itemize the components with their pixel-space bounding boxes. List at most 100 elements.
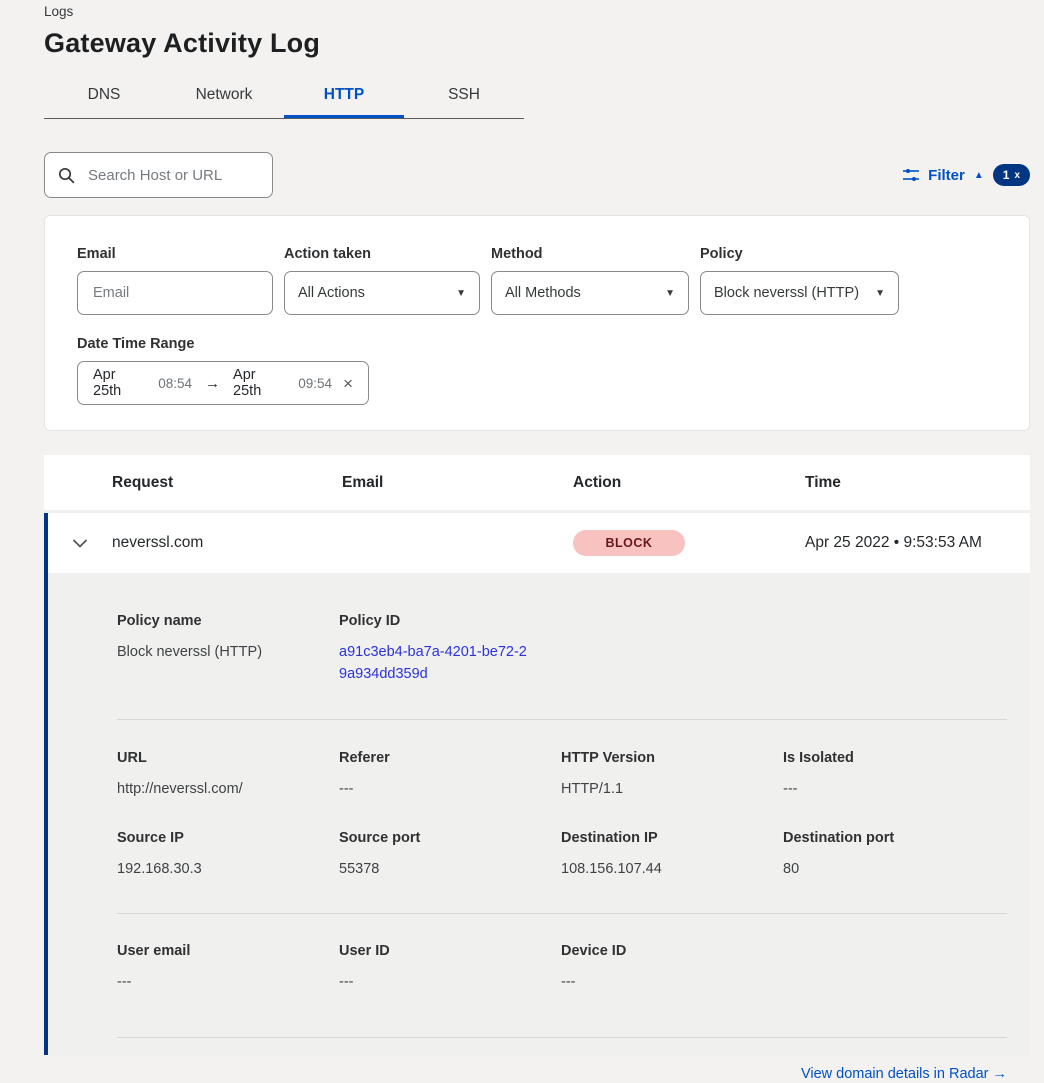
chevron-up-icon[interactable]: ▲ <box>974 170 984 181</box>
detail-label: Referer <box>339 750 561 766</box>
toolbar: Filter ▲ 1 x <box>44 152 1030 198</box>
row-time: Apr 25 2022 • 9:53:53 AM <box>805 534 1030 552</box>
search-box[interactable] <box>44 152 273 198</box>
row-action-cell: BLOCK <box>573 530 805 556</box>
detail-label: Policy ID <box>339 613 561 629</box>
tab-ssh[interactable]: SSH <box>404 74 524 118</box>
detail-value: 192.168.30.3 <box>117 859 339 881</box>
row-expand-cell[interactable] <box>48 539 112 548</box>
chevron-down-icon: ▼ <box>665 288 675 299</box>
field-label-policy: Policy <box>700 246 899 262</box>
tab-http[interactable]: HTTP <box>284 74 404 118</box>
action-taken-select[interactable]: All Actions ▼ <box>284 271 480 315</box>
detail-field-is-isolated: Is Isolated --- <box>783 750 1007 801</box>
method-select[interactable]: All Methods ▼ <box>491 271 689 315</box>
detail-label: User ID <box>339 943 561 959</box>
field-label-email: Email <box>77 246 273 262</box>
tabs: DNSNetworkHTTPSSH <box>44 74 524 119</box>
detail-field-source-ip: Source IP 192.168.30.3 <box>117 830 339 881</box>
start-date: Apr 25th <box>93 367 147 399</box>
filter-controls: Filter ▲ 1 x <box>903 164 1030 186</box>
breadcrumb: Logs <box>44 4 1030 19</box>
field-policy: Policy Block neverssl (HTTP) ▼ <box>700 246 899 315</box>
detail-label: Is Isolated <box>783 750 1007 766</box>
radar-link[interactable]: View domain details in Radar → <box>801 1066 1007 1082</box>
detail-value: --- <box>783 779 1007 801</box>
chevron-down-icon: ▼ <box>875 288 885 299</box>
row-request: neverssl.com <box>112 534 342 552</box>
tab-network[interactable]: Network <box>164 74 284 118</box>
detail-field-source-port: Source port 55378 <box>339 830 561 881</box>
detail-field-user-email: User email --- <box>117 943 339 994</box>
field-label-action-taken: Action taken <box>284 246 480 262</box>
policy-select[interactable]: Block neverssl (HTTP) ▼ <box>700 271 899 315</box>
policy-id-link[interactable]: a91c3eb4-ba7a-4201-be72-29a934dd359d <box>339 642 531 686</box>
field-email: Email <box>77 246 273 315</box>
page: Logs Gateway Activity Log DNSNetworkHTTP… <box>0 0 1044 1055</box>
email-input[interactable] <box>91 284 259 302</box>
field-label-method: Method <box>491 246 689 262</box>
page-title: Gateway Activity Log <box>44 28 1030 59</box>
detail-section-2: User email---User ID---Device ID--- <box>117 914 1007 1038</box>
row-detail-panel: Policy nameBlock neverssl (HTTP)Policy I… <box>44 573 1030 1055</box>
detail-row: Policy nameBlock neverssl (HTTP)Policy I… <box>117 613 1007 686</box>
action-taken-select-value: All Actions <box>298 285 365 301</box>
filter-count-badge[interactable]: 1 x <box>993 164 1030 186</box>
detail-field-http-version: HTTP VersionHTTP/1.1 <box>561 750 783 801</box>
column-header-request: Request <box>112 474 342 492</box>
end-time: 09:54 <box>298 376 332 391</box>
activity-table: RequestEmailActionTime neverssl.com BLOC… <box>44 455 1030 1055</box>
detail-value: 108.156.107.44 <box>561 859 783 881</box>
tab-dns[interactable]: DNS <box>44 74 164 118</box>
detail-field-policy-name: Policy nameBlock neverssl (HTTP) <box>117 613 339 686</box>
detail-value: --- <box>339 779 561 801</box>
start-time: 08:54 <box>158 376 192 391</box>
filter-panel: Email Action taken All Actions ▼ Method All M… <box>44 215 1030 431</box>
detail-field-device-id: Device ID --- <box>561 943 783 994</box>
date-range-field-wrap: Date Time Range Apr 25th 08:54 → Apr 25t… <box>77 336 997 405</box>
detail-value: 80 <box>783 859 1007 881</box>
date-range-picker[interactable]: Apr 25th 08:54 → Apr 25th 09:54 × <box>77 361 369 405</box>
policy-select-value: Block neverssl (HTTP) <box>714 285 859 301</box>
filter-fields-row: Email Action taken All Actions ▼ Method All M… <box>77 246 997 315</box>
detail-value: --- <box>561 972 783 994</box>
detail-value: http://neverssl.com/ <box>117 779 339 801</box>
filter-icon <box>903 168 919 183</box>
status-badge-block: BLOCK <box>573 530 685 556</box>
detail-field-destination-ip: Destination IP 108.156.107.44 <box>561 830 783 881</box>
arrow-right-icon: → <box>203 375 222 392</box>
filter-toggle-button[interactable]: Filter <box>928 167 965 184</box>
table-header: RequestEmailActionTime <box>44 455 1030 513</box>
search-icon <box>58 167 75 184</box>
detail-field-policy-id: Policy ID a91c3eb4-ba7a-4201-be72-29a934d… <box>339 613 561 686</box>
method-select-value: All Methods <box>505 285 581 301</box>
chevron-down-icon: ▼ <box>456 288 466 299</box>
detail-value: HTTP/1.1 <box>561 779 783 801</box>
detail-label: Device ID <box>561 943 783 959</box>
table-row[interactable]: neverssl.com BLOCK Apr 25 2022 • 9:53:53… <box>44 513 1030 573</box>
detail-field-referer: Referer --- <box>339 750 561 801</box>
search-input[interactable] <box>86 166 259 185</box>
chevron-down-icon[interactable] <box>72 539 88 548</box>
detail-label: Destination IP <box>561 830 783 846</box>
field-method: Method All Methods ▼ <box>491 246 689 315</box>
filter-count: 1 <box>1003 168 1010 182</box>
detail-label: User email <box>117 943 339 959</box>
detail-label: Source IP <box>117 830 339 846</box>
detail-value: --- <box>117 972 339 994</box>
column-header-email: Email <box>342 474 573 492</box>
detail-label: URL <box>117 750 339 766</box>
detail-field-url: URL http://neverssl.com/ <box>117 750 339 801</box>
close-icon[interactable]: × <box>343 375 353 392</box>
detail-label: Source port <box>339 830 561 846</box>
detail-field-destination-port: Destination port80 <box>783 830 1007 881</box>
detail-value: --- <box>339 972 561 994</box>
detail-sections: Policy nameBlock neverssl (HTTP)Policy I… <box>117 573 1007 1038</box>
detail-row: URL http://neverssl.com/Referer ---HTTP Ve… <box>117 750 1007 801</box>
detail-label: Policy name <box>117 613 339 629</box>
radar-link-row: View domain details in Radar → <box>117 1038 1007 1083</box>
clear-filter-icon[interactable]: x <box>1014 170 1020 181</box>
detail-value: 55378 <box>339 859 561 881</box>
email-input-box <box>77 271 273 315</box>
detail-section-1: URL http://neverssl.com/Referer ---HTTP Ve… <box>117 720 1007 915</box>
